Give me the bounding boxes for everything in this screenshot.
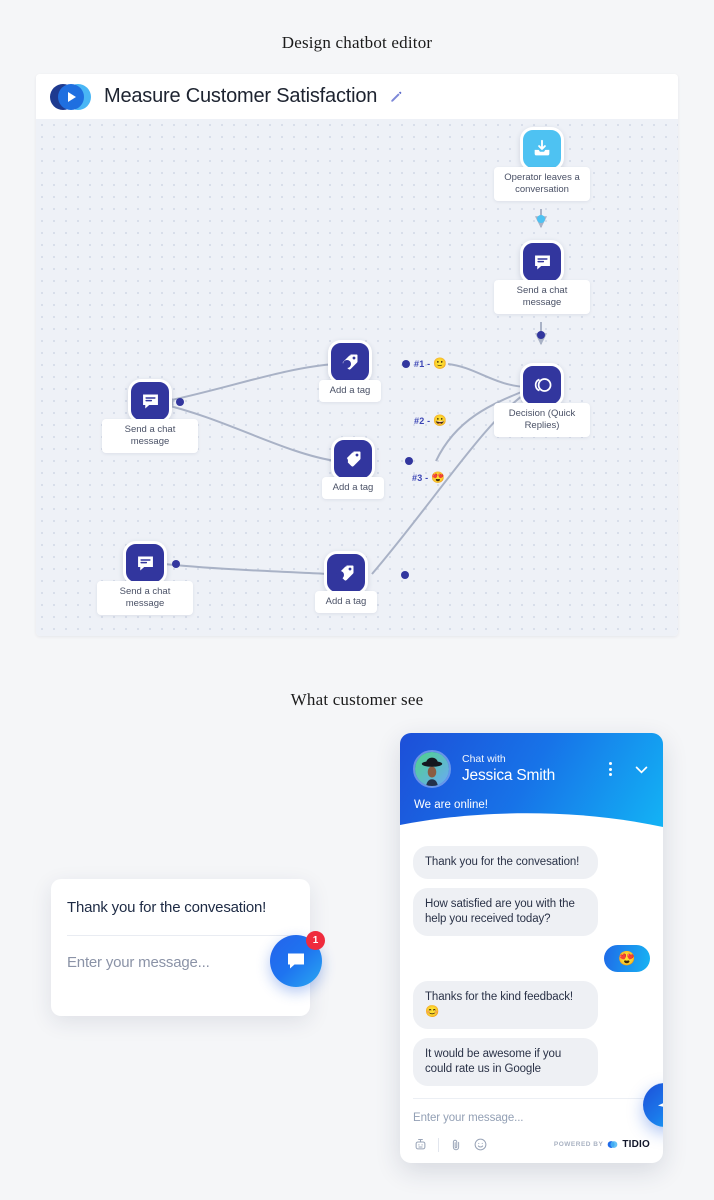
page-title-design: Design chatbot editor	[281, 33, 433, 52]
page-title-customer: What customer see	[290, 690, 424, 709]
agent-info: Chat with Jessica Smith	[462, 753, 592, 785]
node-send-message-3[interactable]: Send a chat message	[97, 541, 193, 615]
divider	[438, 1137, 439, 1152]
message-bubble-user: 😍	[604, 945, 650, 972]
branch-1-emoji: 🙂	[433, 358, 448, 370]
powered-by: POWERED BY TIDIO	[554, 1139, 650, 1150]
editor-toolbar: Measure Customer Satisfaction	[36, 74, 678, 119]
port-tag3-in[interactable]	[336, 571, 344, 579]
tidio-logo-icon	[50, 82, 92, 112]
chatbot-name: Measure Customer Satisfaction	[104, 85, 378, 107]
inbox-download-icon	[520, 127, 564, 171]
node-add-tag-3-label: Add a tag	[315, 591, 377, 613]
message-bubble: It would be awesome if you could rate us…	[413, 1038, 598, 1086]
send-paper-plane-icon	[657, 1102, 663, 1107]
message-input[interactable]: Enter your message...	[413, 1112, 650, 1124]
flow-canvas[interactable]: Operator leaves a conversation Send a ch…	[36, 119, 678, 636]
port-tag2-out[interactable]	[405, 457, 413, 465]
port-message3-in[interactable]	[172, 560, 180, 568]
message-list: Thank you for the convesation! How satis…	[400, 836, 663, 1098]
node-trigger[interactable]: Operator leaves a conversation	[494, 127, 590, 201]
chat-preview-card: Thank you for the convesation! Enter you…	[51, 879, 310, 1016]
node-send-message-2[interactable]: Send a chat message	[102, 379, 198, 453]
divider	[413, 1098, 650, 1099]
port-tag2-in[interactable]	[340, 457, 348, 465]
chevron-down-icon[interactable]	[633, 761, 650, 778]
branch-2-text: #2 -	[414, 415, 431, 426]
node-send-message-2-label: Send a chat message	[102, 419, 198, 453]
branch-label-1: #1 - 🙂	[414, 357, 447, 370]
kebab-menu-icon[interactable]	[603, 762, 617, 776]
chat-preview-message: Thank you for the convesation!	[67, 899, 267, 916]
chatbot-editor-window: Measure Customer Satisfaction Operator l…	[36, 74, 678, 636]
widget-footer: Enter your message... POWERED BY TIDIO	[400, 1098, 663, 1163]
node-decision-label: Decision (Quick Replies)	[494, 403, 590, 437]
port-trigger-out[interactable]	[537, 215, 545, 223]
paperclip-icon[interactable]	[449, 1138, 463, 1152]
brand-name: TIDIO	[622, 1139, 650, 1150]
branch-1-text: #1 -	[414, 358, 431, 369]
port-decision-out[interactable]	[525, 383, 533, 391]
chat-launcher-button[interactable]: 1	[270, 931, 325, 987]
branch-3-text: #3 -	[412, 472, 429, 483]
node-trigger-label: Operator leaves a conversation	[494, 167, 590, 201]
header-wave-decoration	[400, 813, 663, 837]
agent-name: Jessica Smith	[462, 767, 556, 784]
node-send-message-3-label: Send a chat message	[97, 581, 193, 615]
tag-icon	[331, 437, 375, 481]
port-tag1-in[interactable]	[343, 360, 351, 368]
branch-2-emoji: 😀	[433, 415, 448, 427]
node-add-tag-3[interactable]: Add a tag	[315, 551, 377, 613]
branch-3-emoji: 😍	[431, 472, 446, 484]
chat-message-icon	[128, 379, 172, 423]
tidio-logo-icon	[608, 1141, 618, 1148]
node-decision[interactable]: Decision (Quick Replies)	[494, 363, 590, 437]
chat-widget: Chat with Jessica Smith We are online! T…	[400, 733, 663, 1163]
widget-header: Chat with Jessica Smith We are online!	[400, 733, 663, 837]
message-bubble: How satisfied are you with the help you …	[413, 888, 598, 936]
bot-icon[interactable]	[413, 1137, 428, 1152]
node-add-tag-2-label: Add a tag	[322, 477, 384, 499]
node-add-tag-2[interactable]: Add a tag	[322, 437, 384, 499]
node-send-message-1[interactable]: Send a chat message	[494, 240, 590, 314]
port-tag3-out[interactable]	[401, 571, 409, 579]
powered-by-label: POWERED BY	[553, 1141, 604, 1148]
unread-badge: 1	[306, 931, 325, 950]
branch-label-3: #3 - 😍	[412, 471, 445, 484]
chat-bubble-icon	[288, 953, 304, 969]
port-message1-out[interactable]	[537, 331, 545, 339]
chat-message-icon	[520, 240, 564, 284]
tag-icon	[324, 551, 368, 595]
avatar	[413, 750, 451, 788]
port-tag1-out[interactable]	[402, 360, 410, 368]
chat-message-icon	[123, 541, 167, 585]
chat-with-label: Chat with	[462, 753, 506, 765]
node-send-message-1-label: Send a chat message	[494, 280, 590, 314]
chat-preview-input[interactable]: Enter your message...	[67, 936, 294, 971]
message-bubble: Thank you for the convesation!	[413, 846, 598, 879]
port-message2-in[interactable]	[176, 398, 184, 406]
online-status: We are online!	[414, 799, 488, 811]
node-add-tag-1[interactable]: Add a tag	[319, 340, 381, 402]
message-bubble: Thanks for the kind feedback! 😊	[413, 981, 598, 1029]
pencil-icon[interactable]	[389, 90, 403, 104]
branch-label-2: #2 - 😀	[414, 414, 447, 427]
emoji-smiley-icon[interactable]	[473, 1137, 488, 1152]
node-add-tag-1-label: Add a tag	[319, 380, 381, 402]
